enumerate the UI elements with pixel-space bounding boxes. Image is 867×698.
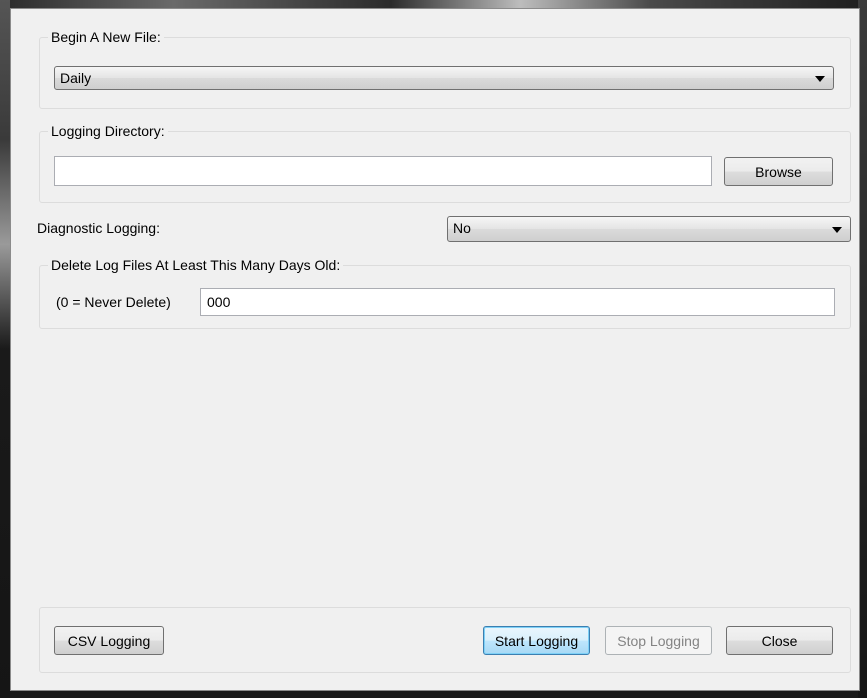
close-button-label: Close xyxy=(761,632,798,649)
begin-new-file-dropdown[interactable]: Daily xyxy=(54,66,834,90)
logging-directory-input[interactable] xyxy=(55,157,711,185)
logging-directory-group: Logging Directory: Browse xyxy=(39,122,851,203)
close-button[interactable]: Close xyxy=(726,626,833,655)
diagnostic-logging-dropdown[interactable]: No xyxy=(447,216,851,242)
begin-new-file-title: Begin A New File: xyxy=(48,28,164,46)
chevron-down-icon xyxy=(815,76,825,82)
delete-days-input[interactable] xyxy=(201,289,834,315)
begin-new-file-group: Begin A New File: Daily xyxy=(39,28,851,109)
footer-group: CSV Logging Start Logging Stop Logging C… xyxy=(39,607,851,673)
stop-logging-button[interactable]: Stop Logging xyxy=(605,626,712,655)
browse-button[interactable]: Browse xyxy=(724,157,833,186)
never-delete-hint: (0 = Never Delete) xyxy=(56,294,171,310)
delete-days-field[interactable] xyxy=(200,288,835,316)
begin-new-file-selected: Daily xyxy=(60,70,92,86)
diagnostic-logging-label: Diagnostic Logging: xyxy=(37,220,160,236)
browse-button-label: Browse xyxy=(755,163,802,180)
logging-directory-title: Logging Directory: xyxy=(48,122,168,140)
logging-dialog: Begin A New File: Daily Logging Director… xyxy=(10,8,860,691)
diagnostic-logging-selected: No xyxy=(453,220,471,236)
stop-logging-label: Stop Logging xyxy=(617,632,700,649)
start-logging-label: Start Logging xyxy=(494,632,579,649)
start-logging-button[interactable]: Start Logging xyxy=(483,626,590,655)
window-left-edge xyxy=(0,0,10,698)
csv-logging-label: CSV Logging xyxy=(67,632,151,649)
chevron-down-icon xyxy=(832,227,842,233)
delete-logs-group: Delete Log Files At Least This Many Days… xyxy=(39,256,851,329)
delete-logs-title: Delete Log Files At Least This Many Days… xyxy=(48,256,344,274)
logging-directory-field[interactable] xyxy=(54,156,712,186)
csv-logging-button[interactable]: CSV Logging xyxy=(54,626,164,655)
